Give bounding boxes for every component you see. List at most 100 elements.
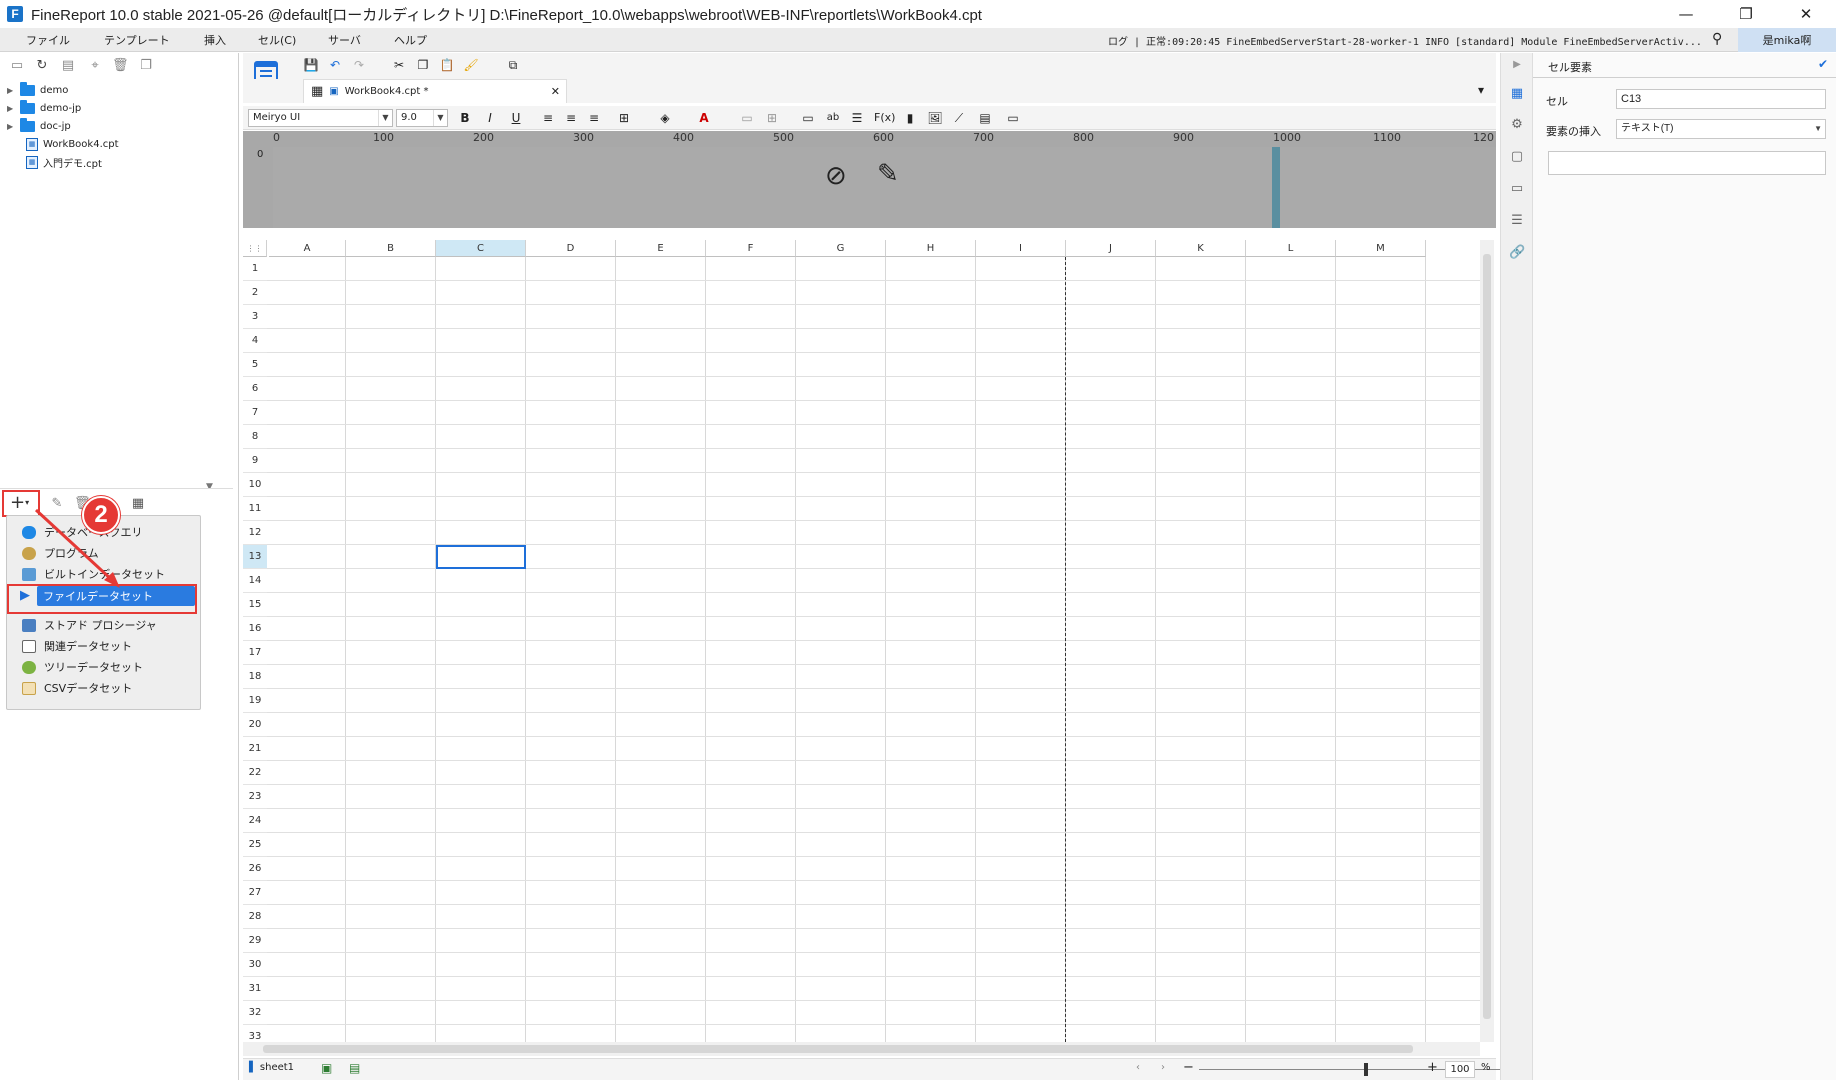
- menu-server[interactable]: サーバ: [328, 32, 361, 48]
- align-left-icon[interactable]: ≡: [540, 110, 556, 126]
- condition-icon[interactable]: ☰: [1509, 213, 1525, 229]
- paste-icon[interactable]: 📋: [439, 57, 455, 73]
- user-account[interactable]: 是mika啊: [1738, 28, 1836, 52]
- close-button[interactable]: ✕: [1776, 0, 1836, 28]
- row-header[interactable]: 22: [243, 761, 267, 785]
- column-header[interactable]: A: [269, 240, 346, 257]
- row-header[interactable]: 16: [243, 617, 267, 641]
- frame-icon[interactable]: ▭: [1005, 110, 1021, 126]
- menu-item-relation-dataset[interactable]: 関連データセット: [11, 636, 197, 656]
- edit-pencil-icon[interactable]: ✎: [877, 159, 899, 189]
- tab-menu-icon[interactable]: ▾: [1478, 83, 1484, 97]
- save-icon[interactable]: 💾: [303, 57, 319, 73]
- column-header[interactable]: J: [1066, 240, 1156, 257]
- column-header[interactable]: G: [796, 240, 886, 257]
- cell-attribute-icon[interactable]: ⚙: [1509, 117, 1525, 133]
- font-size-select[interactable]: 9.0 ▼: [396, 109, 448, 127]
- format-painter-icon[interactable]: 🖌: [463, 57, 479, 73]
- cut-icon[interactable]: ✂: [391, 57, 407, 73]
- horizontal-scrollbar[interactable]: [243, 1042, 1480, 1056]
- page-header-area[interactable]: ⊘ ✎: [273, 147, 1496, 228]
- widget-icon[interactable]: ▭: [1509, 181, 1525, 197]
- scroll-thumb[interactable]: [263, 1045, 1413, 1053]
- text-field-icon[interactable]: ▭: [800, 110, 816, 126]
- close-tab-icon[interactable]: ✕: [551, 85, 560, 98]
- row-header[interactable]: 20: [243, 713, 267, 737]
- column-header[interactable]: B: [346, 240, 436, 257]
- sub-report-icon[interactable]: ▤: [977, 110, 993, 126]
- vertical-scrollbar[interactable]: [1480, 240, 1494, 1042]
- row-header[interactable]: 23: [243, 785, 267, 809]
- underline-button[interactable]: U: [508, 110, 524, 126]
- slash-icon[interactable]: ⟋: [951, 110, 967, 126]
- row-header[interactable]: 12: [243, 521, 267, 545]
- panel-splitter[interactable]: [238, 53, 239, 1080]
- zoom-slider-handle[interactable]: [1363, 1063, 1368, 1076]
- undo-icon[interactable]: ↶: [327, 57, 343, 73]
- row-header[interactable]: 15: [243, 593, 267, 617]
- column-header[interactable]: D: [526, 240, 616, 257]
- row-header[interactable]: 4: [243, 329, 267, 353]
- menu-cell[interactable]: セル(C): [258, 32, 296, 48]
- text-icon[interactable]: ab: [825, 110, 841, 126]
- row-header[interactable]: 17: [243, 641, 267, 665]
- zoom-in-button[interactable]: +: [1427, 1060, 1438, 1075]
- menu-item-csv-dataset[interactable]: CSVデータセット: [11, 678, 197, 698]
- row-header[interactable]: 5: [243, 353, 267, 377]
- spreadsheet-grid[interactable]: ⋮⋮ A B C D E F G H I J K L M 1 2 3 4 5 6 7 8 9 10 11 12 13 14 15 16 1…: [243, 240, 1480, 1042]
- log-status[interactable]: ログ | 正常:09:20:45 FineEmbedServerStart-28…: [1108, 33, 1702, 48]
- merge-cells-icon[interactable]: ▭: [739, 110, 755, 126]
- expand-panel-icon[interactable]: ▶: [1509, 57, 1525, 73]
- split-cells-icon[interactable]: ⊞: [764, 110, 780, 126]
- minimize-button[interactable]: —: [1656, 0, 1716, 28]
- preview-icon[interactable]: ⧉: [505, 57, 521, 73]
- image-icon[interactable]: 🖼: [927, 110, 943, 126]
- row-header[interactable]: 30: [243, 953, 267, 977]
- add-form-sheet-icon[interactable]: ▤: [349, 1061, 360, 1075]
- italic-button[interactable]: I: [482, 110, 498, 126]
- chart-icon[interactable]: ▮: [902, 110, 918, 126]
- font-color-icon[interactable]: A: [696, 110, 712, 126]
- row-header[interactable]: 19: [243, 689, 267, 713]
- restore-button[interactable]: ❐: [1716, 0, 1776, 28]
- hide-icon[interactable]: ⊘: [825, 161, 847, 191]
- align-center-icon[interactable]: ≡: [563, 110, 579, 126]
- row-header[interactable]: 9: [243, 449, 267, 473]
- font-family-select[interactable]: Meiryo UI ▼: [248, 109, 393, 127]
- formula-icon[interactable]: F(x): [874, 110, 895, 126]
- row-header[interactable]: 31: [243, 977, 267, 1001]
- selected-cell[interactable]: [436, 545, 526, 569]
- border-icon[interactable]: ⊞: [616, 110, 632, 126]
- row-header[interactable]: 14: [243, 569, 267, 593]
- scroll-thumb[interactable]: [1483, 254, 1491, 1019]
- menu-insert[interactable]: 挿入: [204, 32, 226, 48]
- row-header[interactable]: 2: [243, 281, 267, 305]
- menu-help[interactable]: ヘルプ: [394, 32, 427, 48]
- row-header[interactable]: 18: [243, 665, 267, 689]
- next-sheet-icon[interactable]: ›: [1161, 1062, 1165, 1073]
- row-header[interactable]: 13: [243, 545, 267, 569]
- row-header[interactable]: 33: [243, 1025, 267, 1042]
- row-header[interactable]: 27: [243, 881, 267, 905]
- column-header[interactable]: C: [436, 240, 526, 257]
- row-header[interactable]: 26: [243, 857, 267, 881]
- zoom-out-button[interactable]: −: [1183, 1060, 1194, 1075]
- row-header[interactable]: 1: [243, 257, 267, 281]
- row-header[interactable]: 6: [243, 377, 267, 401]
- column-header[interactable]: M: [1336, 240, 1426, 257]
- cell-field[interactable]: C13: [1616, 89, 1826, 109]
- cell-element-icon[interactable]: ▦: [1509, 86, 1525, 102]
- row-header[interactable]: 11: [243, 497, 267, 521]
- menu-item-stored-procedure[interactable]: ストアド プロシージャ: [11, 615, 197, 635]
- element-content-field[interactable]: [1548, 151, 1826, 175]
- row-header[interactable]: 3: [243, 305, 267, 329]
- row-header[interactable]: 29: [243, 929, 267, 953]
- float-element-icon[interactable]: ▢: [1509, 149, 1525, 165]
- row-header[interactable]: 25: [243, 833, 267, 857]
- redo-icon[interactable]: ↷: [351, 57, 367, 73]
- row-header[interactable]: 10: [243, 473, 267, 497]
- fill-color-icon[interactable]: ◈: [657, 110, 673, 126]
- add-sheet-icon[interactable]: ▣: [321, 1061, 332, 1075]
- row-header[interactable]: 32: [243, 1001, 267, 1025]
- zoom-input[interactable]: 100: [1445, 1061, 1475, 1078]
